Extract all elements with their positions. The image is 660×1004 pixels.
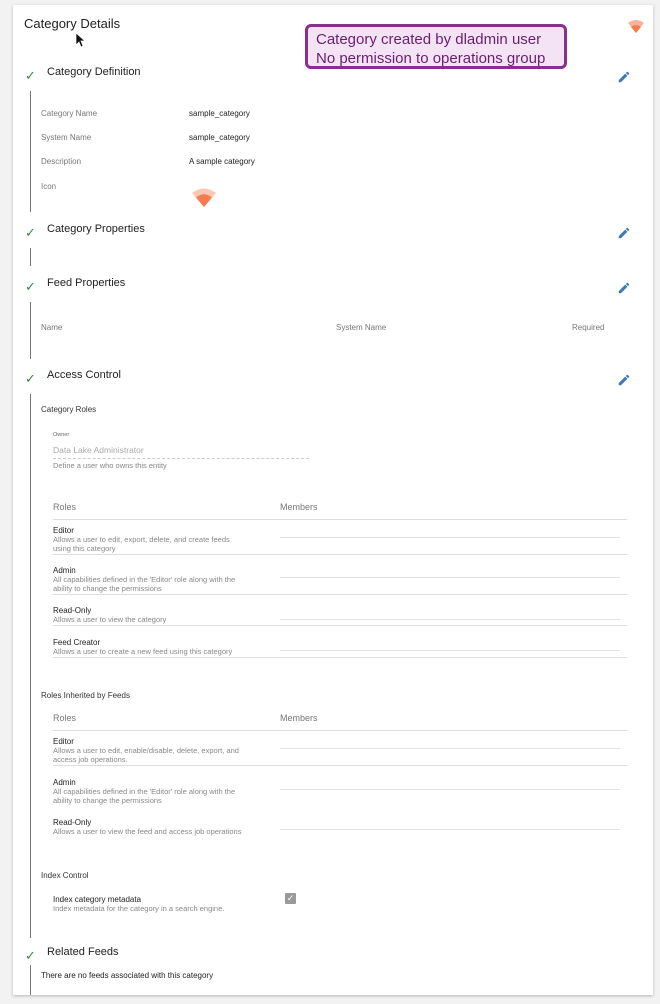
pencil-icon[interactable] — [617, 373, 631, 387]
divider — [53, 594, 627, 595]
members-input-inherited-editor[interactable] — [280, 748, 620, 749]
role-name-read-only: Read-Only — [53, 606, 92, 615]
category-details-card: Category Details Category created by dla… — [13, 5, 653, 995]
field-value-system-name: sample_category — [189, 133, 250, 142]
inherited-roles-header: Roles Inherited by Feeds — [41, 691, 130, 700]
field-value-category-name: sample_category — [189, 109, 250, 118]
owner-hint: Define a user who owns this entity — [53, 461, 167, 470]
divider — [53, 625, 627, 626]
inherited-role-desc-editor-1: Allows a user to edit, enable/disable, d… — [53, 746, 239, 755]
category-wifi-icon — [192, 188, 216, 207]
members-input-editor[interactable] — [280, 537, 620, 538]
owner-value: Data Lake Administrator — [53, 445, 144, 455]
wifi-icon — [628, 20, 644, 33]
step-connector — [30, 394, 31, 938]
pencil-icon[interactable] — [617, 226, 631, 240]
field-value-description: A sample category — [189, 157, 255, 166]
check-icon: ✓ — [25, 948, 36, 963]
inherited-role-desc-admin-2: ability to change the permissions — [53, 796, 162, 805]
step-title-feed-properties[interactable]: Feed Properties — [47, 277, 125, 289]
annotation-callout: Category created by dladmin user No perm… — [305, 24, 567, 69]
step-title-access-control[interactable]: Access Control — [47, 369, 121, 381]
members-input-inherited-admin[interactable] — [280, 789, 620, 790]
step-connector — [30, 91, 31, 212]
role-name-admin: Admin — [53, 566, 76, 575]
index-category-label: Index category metadata — [53, 895, 142, 904]
roles-column-header: Roles — [53, 713, 77, 723]
related-feeds-empty-text: There are no feeds associated with this … — [41, 971, 214, 980]
index-control-header: Index Control — [41, 871, 89, 880]
step-title-category-definition[interactable]: Category Definition — [47, 66, 141, 78]
members-input-admin[interactable] — [280, 577, 620, 578]
members-input-read-only[interactable] — [280, 619, 620, 620]
divider — [53, 519, 627, 520]
step-connector — [30, 248, 31, 266]
divider — [53, 765, 627, 766]
owner-field[interactable]: Data Lake Administrator — [53, 445, 309, 459]
inherited-role-name-read-only: Read-Only — [53, 818, 92, 827]
owner-label: Owner — [53, 432, 70, 438]
inherited-role-desc-read-only: Allows a user to view the feed and acces… — [53, 827, 242, 836]
check-icon: ✓ — [25, 225, 36, 240]
field-label-category-name: Category Name — [41, 109, 98, 118]
index-category-hint: Index metadata for the category in a sea… — [53, 904, 225, 913]
field-label-description: Description — [41, 157, 82, 166]
field-label-system-name: System Name — [41, 133, 92, 142]
index-category-checkbox[interactable]: ✓ — [285, 893, 296, 904]
annotation-line-1: Category created by dladmin user — [316, 31, 542, 48]
step-title-related-feeds[interactable]: Related Feeds — [47, 946, 119, 958]
members-input-inherited-read-only[interactable] — [280, 829, 620, 830]
pencil-icon[interactable] — [617, 281, 631, 295]
members-column-header: Members — [280, 713, 318, 723]
role-desc-feed-creator: Allows a user to create a new feed using… — [53, 647, 233, 656]
inherited-role-name-editor: Editor — [53, 737, 74, 746]
field-label-icon: Icon — [41, 182, 57, 191]
step-title-category-properties[interactable]: Category Properties — [47, 223, 145, 235]
divider — [53, 657, 627, 658]
check-icon: ✓ — [25, 68, 36, 83]
role-desc-editor-1: Allows a user to edit, export, delete, a… — [53, 535, 230, 544]
mouse-cursor-icon — [75, 32, 85, 48]
role-desc-admin-2: ability to change the permissions — [53, 584, 162, 593]
check-icon: ✓ — [25, 279, 36, 294]
divider — [53, 554, 627, 555]
members-column-header: Members — [280, 502, 318, 512]
check-icon: ✓ — [25, 371, 36, 386]
step-connector — [30, 965, 31, 995]
members-input-feed-creator[interactable] — [280, 650, 620, 651]
category-roles-header: Category Roles — [41, 405, 97, 414]
inherited-role-desc-editor-2: access job operations. — [53, 755, 128, 764]
column-header-system-name: System Name — [336, 323, 387, 332]
annotation-line-2: No permission to operations group — [316, 50, 546, 67]
pencil-icon[interactable] — [617, 70, 631, 84]
column-header-required: Required — [572, 323, 605, 332]
column-header-name: Name — [41, 323, 63, 332]
step-connector — [30, 302, 31, 359]
role-desc-editor-2: using this category — [53, 544, 116, 553]
role-desc-read-only: Allows a user to view the category — [53, 615, 167, 624]
role-name-feed-creator: Feed Creator — [53, 638, 101, 647]
divider — [53, 730, 627, 731]
page-title: Category Details — [24, 16, 121, 31]
inherited-role-desc-admin-1: All capabilities defined in the 'Editor'… — [53, 787, 236, 796]
role-name-editor: Editor — [53, 526, 74, 535]
role-desc-admin-1: All capabilities defined in the 'Editor'… — [53, 575, 236, 584]
inherited-role-name-admin: Admin — [53, 778, 76, 787]
roles-column-header: Roles — [53, 502, 77, 512]
